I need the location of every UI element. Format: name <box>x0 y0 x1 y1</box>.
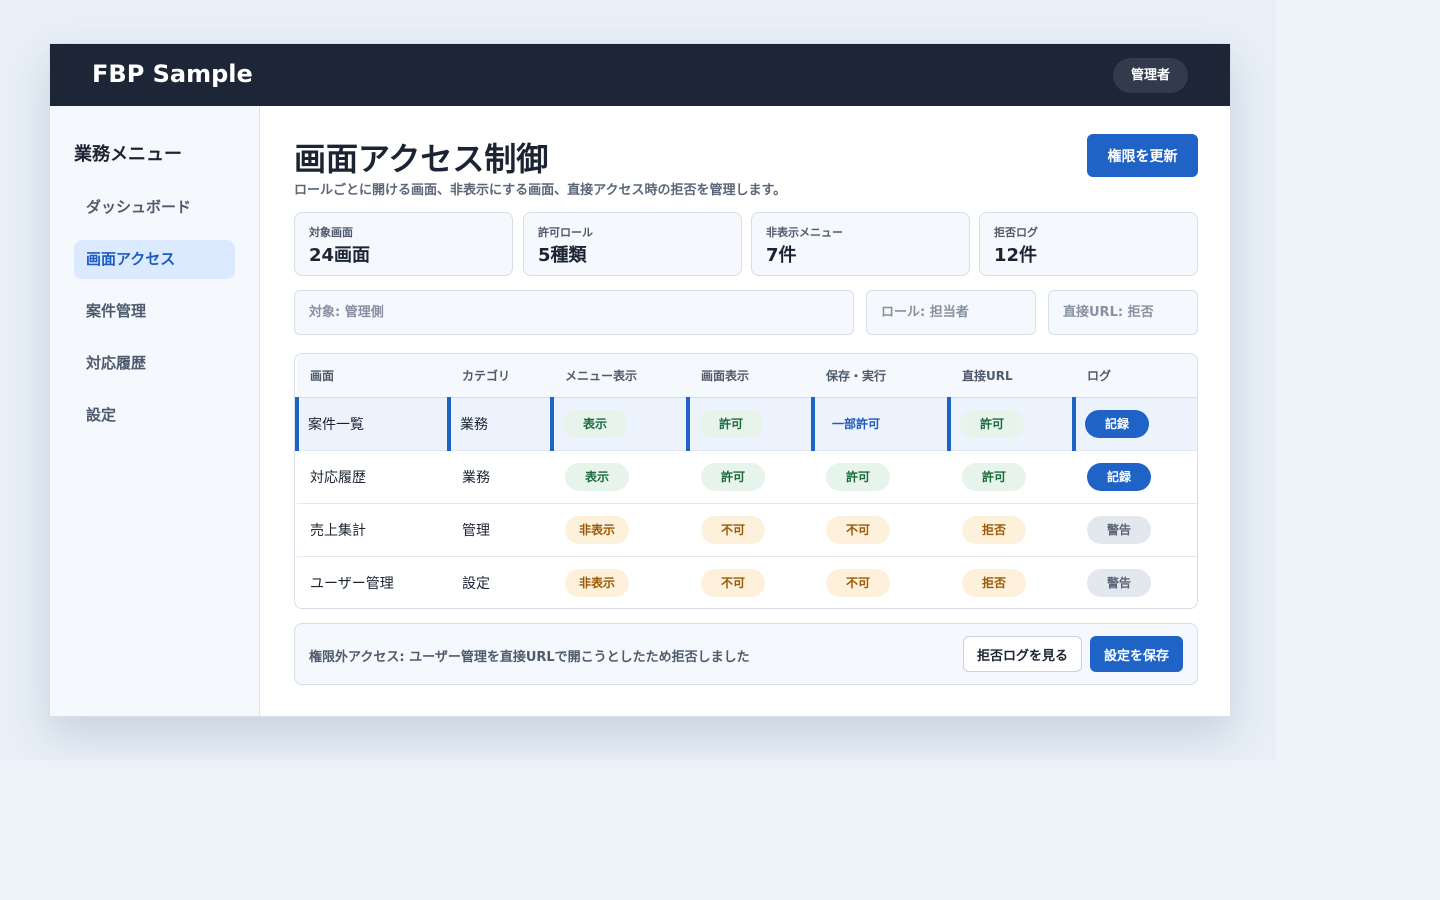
status-badge[interactable]: 拒否 <box>962 515 1026 544</box>
cell-menu: 表示 <box>552 450 688 503</box>
sidebar-item-response-history[interactable]: 対応履歴 <box>74 344 235 383</box>
table-row[interactable]: 売上集計 管理 非表示 不可 不可 拒否 警告 <box>297 503 1197 556</box>
stats-row: 対象画面 24画面 許可ロール 5種類 非表示メニュー 7件 拒否ログ 12件 <box>294 212 1198 276</box>
cell-log: 記録 <box>1074 450 1197 503</box>
stat-value: 12件 <box>994 245 1038 266</box>
cell-screen: 対応履歴 <box>310 469 366 486</box>
status-badge[interactable]: 許可 <box>699 409 763 438</box>
update-permissions-button[interactable]: 権限を更新 <box>1087 134 1198 177</box>
cell-log: 警告 <box>1074 556 1197 608</box>
role-filter-field[interactable] <box>866 290 1036 335</box>
status-badge[interactable]: 不可 <box>701 568 765 597</box>
app-window: FBP Sample 管理者 業務メニュー ダッシュボード 画面アクセス 案件管… <box>49 43 1231 717</box>
status-badge[interactable]: 許可 <box>701 462 765 491</box>
status-badge[interactable]: 非表示 <box>565 568 629 597</box>
status-badge[interactable]: 不可 <box>826 515 890 544</box>
cell-url: 許可 <box>947 397 1074 450</box>
status-badge[interactable]: 拒否 <box>962 568 1026 597</box>
table-header-row: 画面 カテゴリ メニュー表示 画面表示 保存・実行 直接URL ログ <box>297 354 1197 398</box>
sidebar-nav: ダッシュボード 画面アクセス 案件管理 対応履歴 設定 <box>74 188 235 448</box>
top-bar: FBP Sample 管理者 <box>50 44 1230 106</box>
cell-save: 許可 <box>813 450 949 503</box>
cell-category: 設定 <box>462 575 490 592</box>
cell-screen: ユーザー管理 <box>310 575 394 592</box>
stat-card-denial-logs: 拒否ログ 12件 <box>979 212 1198 276</box>
cell-save: 不可 <box>813 503 949 556</box>
cell-screen: 案件一覧 <box>295 397 449 450</box>
brand-name: FBP Sample <box>92 60 253 88</box>
status-badge[interactable]: 非表示 <box>565 515 629 544</box>
stat-label: 対象画面 <box>309 226 353 239</box>
cell-menu: 表示 <box>550 397 688 450</box>
stat-value: 7件 <box>766 245 797 266</box>
sidebar-item-dashboard[interactable]: ダッシュボード <box>74 188 235 227</box>
column-header-menu-display[interactable]: メニュー表示 <box>552 354 688 398</box>
cell-view: 許可 <box>688 450 813 503</box>
cell-save: 一部許可 <box>811 397 949 450</box>
cell-url: 許可 <box>949 450 1074 503</box>
cell-view: 不可 <box>688 556 813 608</box>
stat-label: 非表示メニュー <box>766 226 843 239</box>
column-header-save-execute[interactable]: 保存・実行 <box>813 354 949 398</box>
status-badge[interactable]: 表示 <box>563 409 627 438</box>
filter-row <box>294 290 1198 335</box>
sidebar-item-screen-access[interactable]: 画面アクセス <box>74 240 235 279</box>
cell-view: 許可 <box>686 397 813 450</box>
cell-url: 拒否 <box>949 556 1074 608</box>
column-header-category[interactable]: カテゴリ <box>449 354 552 398</box>
sidebar-item-case-management[interactable]: 案件管理 <box>74 292 235 331</box>
log-badge[interactable]: 警告 <box>1087 568 1151 597</box>
direct-url-filter-field[interactable] <box>1048 290 1198 335</box>
cell-url: 拒否 <box>949 503 1074 556</box>
access-denied-notice: 権限外アクセス: ユーザー管理を直接URLで開こうとしたため拒否しました 拒否ロ… <box>294 623 1198 685</box>
table-row[interactable]: ユーザー管理 設定 非表示 不可 不可 拒否 警告 <box>297 556 1197 608</box>
column-header-screen[interactable]: 画面 <box>297 354 449 398</box>
main-content: 画面アクセス制御 ロールごとに開ける画面、非表示にする画面、直接アクセス時の拒否… <box>294 106 1198 716</box>
stat-label: 許可ロール <box>538 226 593 239</box>
cell-log: 記録 <box>1072 397 1197 450</box>
status-badge[interactable]: 許可 <box>826 462 890 491</box>
cell-category: 業務 <box>447 397 552 450</box>
table-row[interactable]: 対応履歴 業務 表示 許可 許可 許可 記録 <box>297 450 1197 503</box>
sidebar-item-settings[interactable]: 設定 <box>74 396 235 435</box>
page-title: 画面アクセス制御 <box>294 140 549 178</box>
cell-view: 不可 <box>688 503 813 556</box>
status-badge[interactable]: 表示 <box>565 462 629 491</box>
stat-value: 24画面 <box>309 245 371 266</box>
stat-card-target-screens: 対象画面 24画面 <box>294 212 513 276</box>
sidebar-title: 業務メニュー <box>74 144 182 165</box>
cell-save: 不可 <box>813 556 949 608</box>
status-badge[interactable]: 許可 <box>962 462 1026 491</box>
log-badge[interactable]: 記録 <box>1085 409 1149 438</box>
view-denial-log-button[interactable]: 拒否ログを見る <box>963 636 1082 672</box>
column-header-direct-url[interactable]: 直接URL <box>949 354 1074 398</box>
notice-text: 権限外アクセス: ユーザー管理を直接URLで開こうとしたため拒否しました <box>309 650 750 665</box>
cell-log: 警告 <box>1074 503 1197 556</box>
stat-label: 拒否ログ <box>994 226 1038 239</box>
column-header-log[interactable]: ログ <box>1074 354 1197 398</box>
target-filter-field[interactable] <box>294 290 854 335</box>
cell-menu: 非表示 <box>552 556 688 608</box>
stat-card-allowed-roles: 許可ロール 5種類 <box>523 212 742 276</box>
cell-category: 管理 <box>462 522 490 539</box>
save-settings-button[interactable]: 設定を保存 <box>1090 636 1183 672</box>
log-badge[interactable]: 記録 <box>1087 462 1151 491</box>
status-badge[interactable]: 許可 <box>960 409 1024 438</box>
cell-menu: 非表示 <box>552 503 688 556</box>
status-badge[interactable]: 不可 <box>701 515 765 544</box>
table-row[interactable]: 案件一覧 業務 表示 許可 一部許可 許可 記録 <box>295 397 1197 450</box>
log-badge[interactable]: 警告 <box>1087 515 1151 544</box>
cell-category: 業務 <box>462 469 490 486</box>
stat-value: 5種類 <box>538 245 587 266</box>
user-role-badge[interactable]: 管理者 <box>1112 58 1188 93</box>
status-badge[interactable]: 不可 <box>826 568 890 597</box>
access-table: 画面 カテゴリ メニュー表示 画面表示 保存・実行 直接URL ログ 案件一覧 … <box>294 353 1198 609</box>
stat-card-hidden-menus: 非表示メニュー 7件 <box>751 212 970 276</box>
sidebar: 業務メニュー ダッシュボード 画面アクセス 案件管理 対応履歴 設定 <box>50 106 260 716</box>
page-description: ロールごとに開ける画面、非表示にする画面、直接アクセス時の拒否を管理します。 <box>294 183 787 198</box>
column-header-screen-display[interactable]: 画面表示 <box>688 354 813 398</box>
cell-screen: 売上集計 <box>310 522 366 539</box>
status-badge[interactable]: 一部許可 <box>824 410 888 438</box>
